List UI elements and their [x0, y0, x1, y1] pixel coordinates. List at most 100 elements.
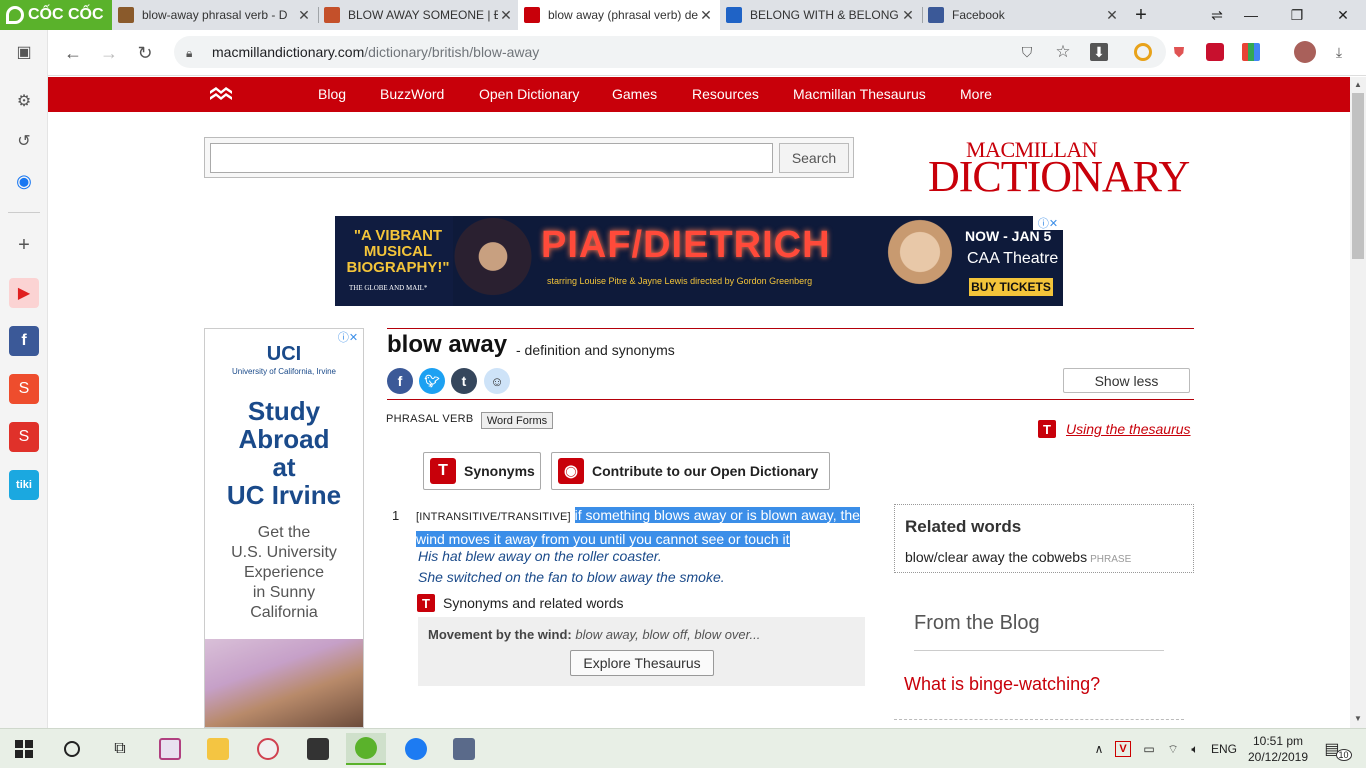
file-explorer-icon[interactable]: [198, 733, 238, 765]
thesaurus-words[interactable]: blow away, blow off, blow over...: [575, 627, 760, 642]
maximize-button[interactable]: ❐: [1274, 0, 1320, 30]
search-button[interactable]: Search: [779, 143, 849, 173]
banner-ad[interactable]: "A VIBRANT MUSICAL BIOGRAPHY!" THE GLOBE…: [335, 216, 1063, 306]
forward-button[interactable]: →: [94, 38, 124, 68]
scroll-up-icon[interactable]: ▲: [1354, 80, 1362, 89]
shopee-icon[interactable]: S: [9, 374, 39, 404]
sticky-notes-icon[interactable]: [298, 733, 338, 765]
tab-blow-away-someone[interactable]: BLOW AWAY SOMEONE | Đị ✕: [318, 0, 520, 30]
profile-avatar[interactable]: [1294, 41, 1316, 63]
tiki-icon[interactable]: tiki: [9, 470, 39, 500]
twitter-share-icon[interactable]: 🐦︎: [419, 368, 445, 394]
sendo-icon[interactable]: S: [9, 422, 39, 452]
settings-gear-icon[interactable]: ⚙: [9, 86, 39, 116]
language-indicator[interactable]: ENG: [1208, 729, 1240, 769]
sidebar-toggle-icon[interactable]: ▣: [9, 37, 39, 67]
extension-coccoc-icon[interactable]: [1134, 43, 1152, 61]
tab-facebook[interactable]: Facebook ✕: [922, 0, 1126, 30]
coccoc-taskbar-icon[interactable]: [346, 733, 386, 765]
reddit-share-icon[interactable]: ☺: [484, 368, 510, 394]
nav-buzzword[interactable]: BuzzWord: [380, 77, 444, 112]
facebook-icon[interactable]: f: [9, 326, 39, 356]
nav-games[interactable]: Games: [612, 77, 657, 112]
show-less-button[interactable]: Show less: [1063, 368, 1190, 393]
messenger-icon[interactable]: ◉: [9, 166, 39, 196]
tab-belong-with[interactable]: BELONG WITH & BELONG T ✕: [720, 0, 922, 30]
ad-choices-close-icon[interactable]: ⓘ✕: [1033, 216, 1063, 230]
download-manager-icon[interactable]: ⬇: [1090, 43, 1108, 61]
unikey-icon[interactable]: V: [1112, 729, 1134, 769]
contribute-open-dictionary-button[interactable]: ◉ Contribute to our Open Dictionary: [551, 452, 830, 490]
browser-sidebar: ▣ ⚙ ↺ ◉ + ▶ f S S tiki: [0, 30, 48, 728]
clock[interactable]: 10:51 pm 20/12/2019: [1244, 729, 1312, 769]
tab-close-icon[interactable]: ✕: [1104, 7, 1120, 24]
related-word-item[interactable]: blow/clear away the cobwebs PHRASE: [905, 549, 1131, 565]
vertical-scrollbar[interactable]: ▲ ▼: [1350, 77, 1366, 728]
search-icon[interactable]: [52, 733, 92, 765]
tab-title: blow-away phrasal verb - D: [142, 8, 288, 22]
tab-close-icon[interactable]: ✕: [296, 7, 312, 24]
taskbar-app-icon[interactable]: [444, 733, 484, 765]
downloads-icon[interactable]: ⤓: [1330, 43, 1348, 61]
shield-icon[interactable]: ⛉: [1018, 43, 1036, 61]
action-center-icon[interactable]: ▤ 10: [1320, 729, 1356, 769]
headword: blow away: [387, 331, 508, 358]
nav-resources[interactable]: Resources: [692, 77, 759, 112]
extension-colors-icon[interactable]: [1242, 43, 1260, 61]
url-path: /dictionary/british/blow-away: [364, 44, 540, 60]
facebook-share-icon[interactable]: f: [387, 368, 413, 394]
ad-buy-tickets-button[interactable]: BUY TICKETS: [969, 278, 1053, 296]
synonyms-related-label[interactable]: T Synonyms and related words: [417, 594, 624, 612]
snipping-tool-icon[interactable]: [248, 733, 288, 765]
nav-open-dictionary[interactable]: Open Dictionary: [479, 77, 579, 112]
bookmark-star-icon[interactable]: ☆: [1054, 42, 1072, 61]
youtube-icon[interactable]: ▶: [9, 278, 39, 308]
macmillan-dictionary-logo[interactable]: MACMILLAN DICTIONARY: [928, 137, 1190, 201]
example-sentence: His hat blew away on the roller coaster.: [418, 548, 662, 564]
nav-blog[interactable]: Blog: [318, 77, 346, 112]
clock-time: 10:51 pm: [1252, 734, 1304, 748]
tab-title: BELONG WITH & BELONG T: [750, 8, 900, 22]
tumblr-share-icon[interactable]: t: [451, 368, 477, 394]
tab-blow-away-macmillan[interactable]: blow away (phrasal verb) de ✕: [518, 0, 720, 30]
nav-macmillan-thesaurus[interactable]: Macmillan Thesaurus: [793, 77, 926, 112]
taskbar-app-icon[interactable]: [150, 733, 190, 765]
show-hidden-icons[interactable]: ∧: [1090, 729, 1108, 769]
synonyms-button[interactable]: T Synonyms: [423, 452, 541, 490]
minimize-button[interactable]: —: [1228, 0, 1274, 30]
wifi-icon[interactable]: ⌔: [1162, 729, 1184, 769]
scroll-down-icon[interactable]: ▼: [1354, 714, 1362, 723]
extension-red-icon[interactable]: [1206, 43, 1224, 61]
word-forms-button[interactable]: Word Forms: [481, 412, 553, 429]
task-view-icon[interactable]: ⧉: [100, 733, 140, 765]
add-shortcut-icon[interactable]: +: [9, 230, 39, 260]
tab-close-icon[interactable]: ✕: [698, 7, 714, 24]
scrollbar-thumb[interactable]: [1352, 93, 1364, 259]
zalo-icon[interactable]: [396, 733, 436, 765]
new-tab-button[interactable]: +: [1126, 0, 1156, 30]
reload-button[interactable]: ↻: [130, 38, 160, 68]
macmillan-m-logo-icon[interactable]: [208, 85, 234, 105]
sense-definition: [INTRANSITIVE/TRANSITIVE] if something b…: [416, 504, 866, 550]
blog-post-link[interactable]: What is binge-watching?: [904, 674, 1100, 695]
history-icon[interactable]: ↺: [9, 126, 39, 156]
tab-close-icon[interactable]: ✕: [498, 7, 514, 24]
part-of-speech: PHRASAL VERB: [386, 413, 474, 425]
volume-icon[interactable]: 🔈︎: [1184, 729, 1206, 769]
search-input[interactable]: [210, 143, 773, 173]
nav-more[interactable]: More: [960, 77, 992, 112]
ad-choices-close-icon[interactable]: ⓘ✕: [333, 329, 363, 344]
ad-quote-source: THE GLOBE AND MAIL*: [349, 284, 428, 292]
browser-brand-button[interactable]: CỐC CỐC: [0, 0, 112, 30]
tab-close-icon[interactable]: ✕: [900, 7, 916, 24]
close-window-button[interactable]: ✕: [1320, 0, 1366, 30]
explore-thesaurus-button[interactable]: Explore Thesaurus: [570, 650, 714, 676]
windows-start-icon[interactable]: [4, 733, 44, 765]
battery-icon[interactable]: ▭: [1138, 729, 1160, 769]
using-thesaurus-link[interactable]: T Using the thesaurus: [1038, 420, 1191, 438]
tab-blow-away-phrasal-verb[interactable]: blow-away phrasal verb - D ✕: [112, 0, 318, 30]
example-sentence: She switched on the fan to blow away the…: [418, 569, 725, 585]
extension-shield-icon[interactable]: ⛊: [1170, 43, 1188, 61]
back-button[interactable]: ←: [58, 38, 88, 68]
side-ad[interactable]: ⓘ✕ UCI University of California, Irvine …: [204, 328, 364, 728]
